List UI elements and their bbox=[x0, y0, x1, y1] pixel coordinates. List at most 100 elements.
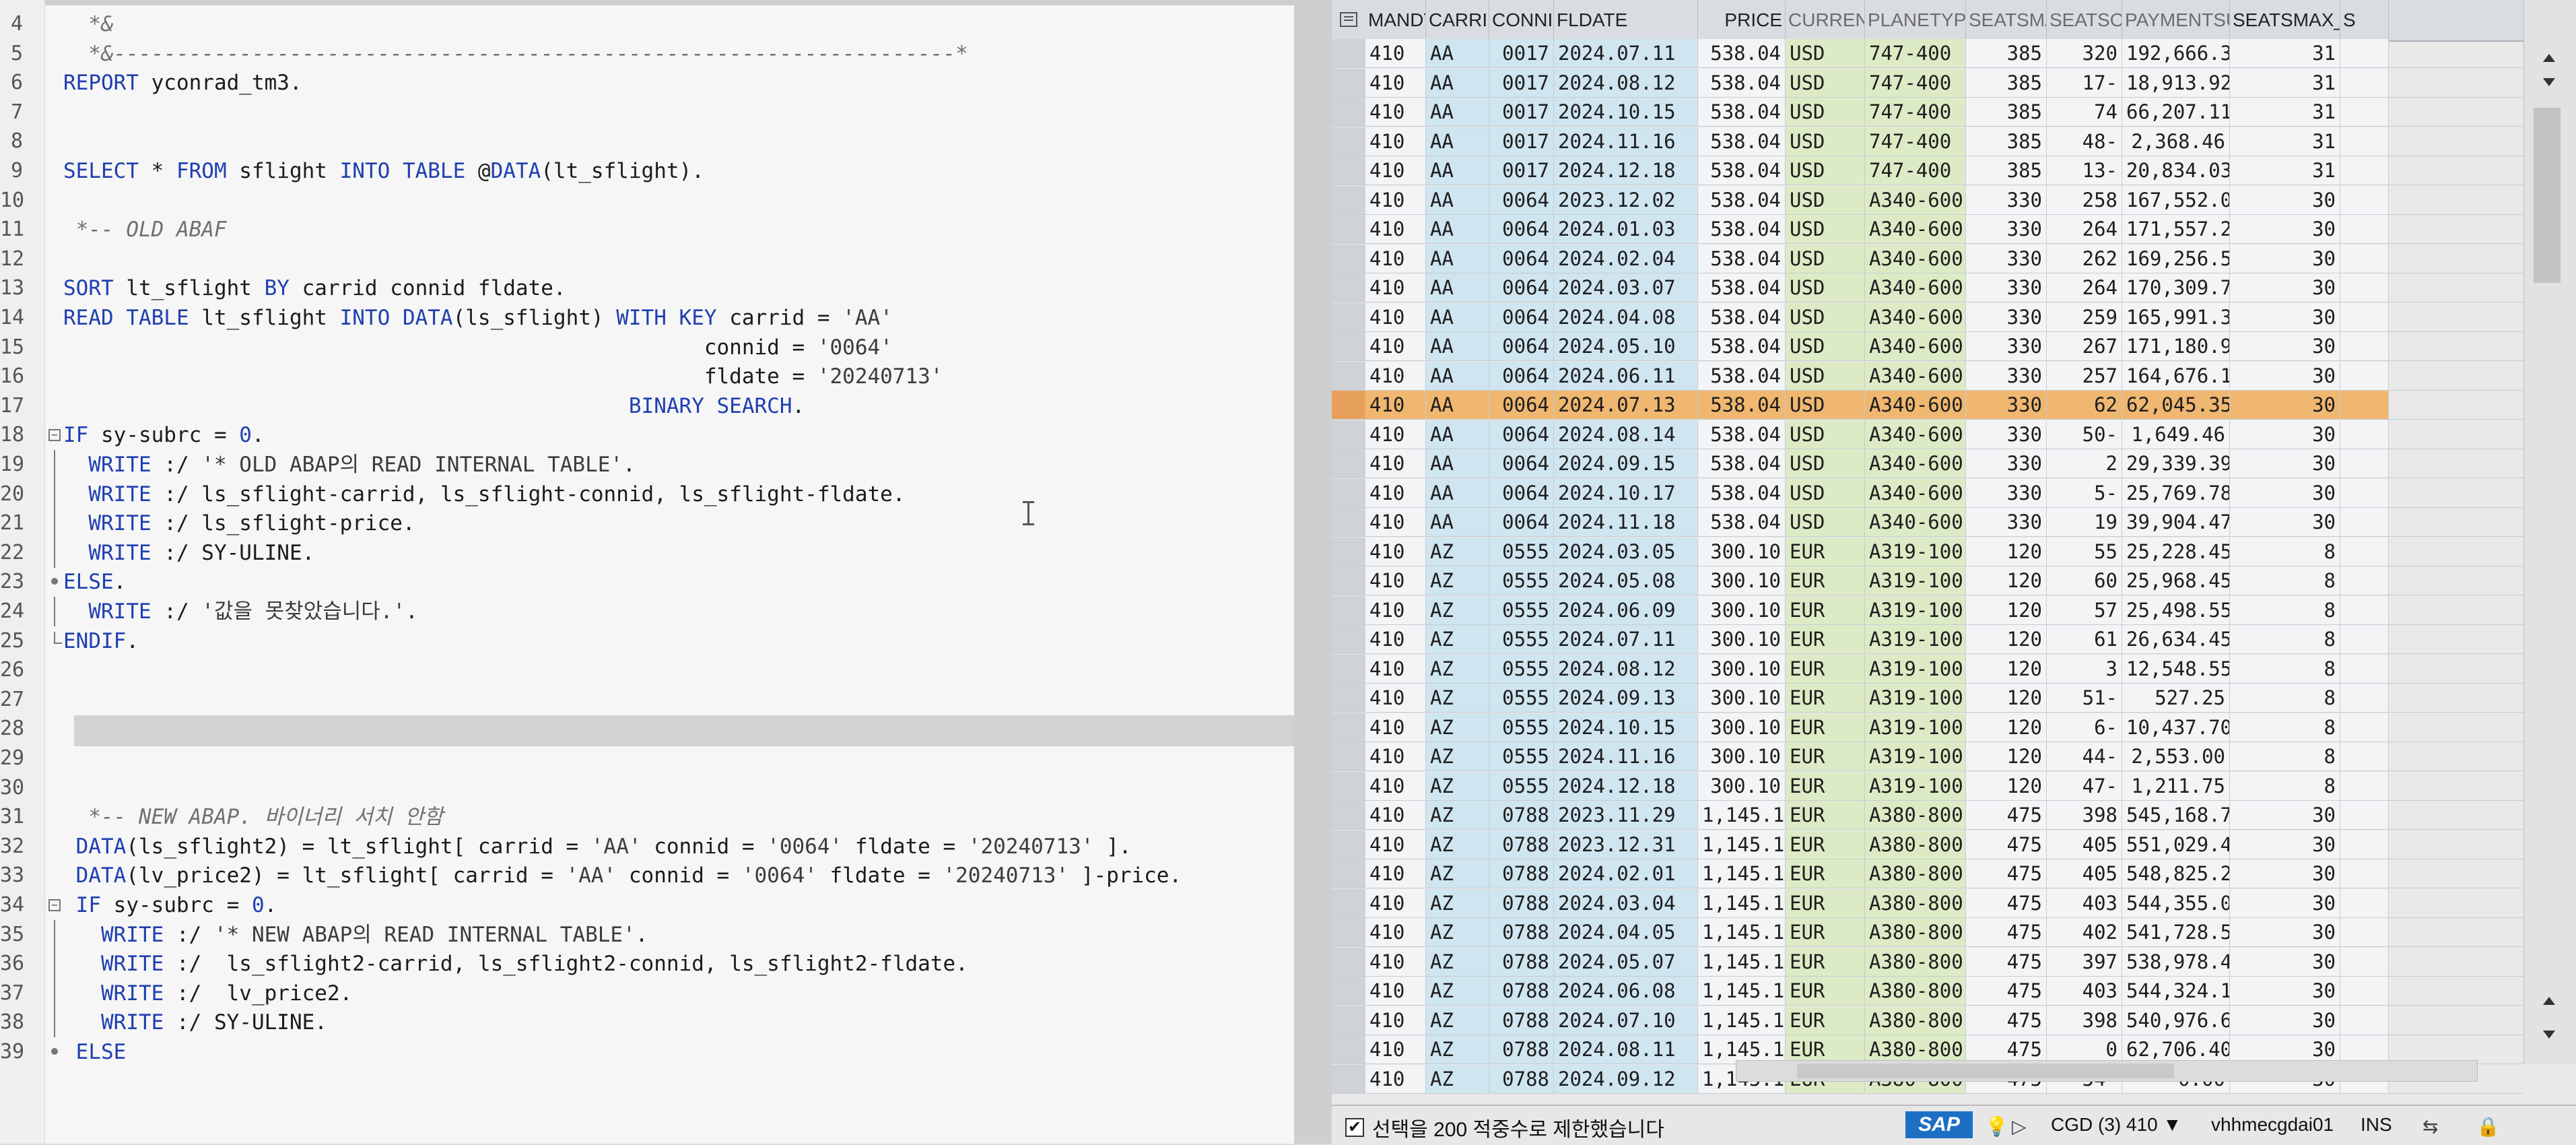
table-cell[interactable]: 30 bbox=[2230, 1006, 2340, 1035]
table-cell[interactable]: 0555 bbox=[1489, 654, 1554, 683]
table-cell[interactable]: USD bbox=[1786, 478, 1865, 507]
table-cell[interactable]: A340-600 bbox=[1865, 420, 1966, 449]
table-cell[interactable]: 475 bbox=[1966, 918, 2047, 946]
table-cell[interactable]: 330 bbox=[1966, 332, 2047, 360]
table-cell[interactable]: 475 bbox=[1966, 977, 2047, 1005]
table-cell[interactable]: AA bbox=[1426, 332, 1489, 360]
table-cell[interactable]: 0788 bbox=[1489, 1035, 1554, 1064]
collapse-block-icon[interactable]: − bbox=[48, 429, 61, 442]
table-cell[interactable]: A319-100 bbox=[1865, 684, 1966, 712]
table-cell[interactable]: 385 bbox=[1966, 68, 2047, 97]
table-cell[interactable]: A380-800 bbox=[1865, 801, 1966, 829]
table-cell[interactable]: A380-800 bbox=[1865, 1006, 1966, 1035]
table-cell[interactable]: 25,228.45 bbox=[2122, 537, 2230, 566]
table-cell[interactable]: 262 bbox=[2047, 244, 2122, 273]
code-line[interactable]: 23 ELSE. bbox=[0, 567, 1294, 597]
table-cell[interactable]: A319-100 bbox=[1865, 654, 1966, 683]
table-cell[interactable]: A380-800 bbox=[1865, 1035, 1966, 1064]
table-row[interactable]: 410 AA 0064 2024.10.17 538.04 USD A340-600 330 5… bbox=[1332, 478, 2523, 508]
table-cell[interactable] bbox=[2340, 771, 2389, 800]
table-cell[interactable]: USD bbox=[1786, 449, 1865, 478]
table-row[interactable]: 410 AZ 0555 2024.12.18 300.10 EUR A319-100 120 4… bbox=[1332, 771, 2523, 801]
code-line[interactable]: 33 DATA(lv_price2) = lt_sflight[ carrid … bbox=[0, 861, 1294, 890]
table-cell[interactable]: 2024.04.05 bbox=[1554, 918, 1698, 946]
row-selector[interactable] bbox=[1332, 68, 1366, 97]
column-header-seatsmax[interactable]: SEATSMAX bbox=[1966, 0, 2047, 40]
code-line[interactable]: 22 WRITE :/ SY-ULINE. bbox=[0, 537, 1294, 568]
table-cell[interactable]: 2 bbox=[2047, 449, 2122, 478]
column-header-seatsmax-b[interactable]: SEATSMAX_B bbox=[2230, 0, 2340, 40]
table-cell[interactable]: AZ bbox=[1426, 625, 1489, 653]
table-cell[interactable]: EUR bbox=[1786, 771, 1865, 800]
column-header-fldate[interactable]: FLDATE bbox=[1554, 0, 1698, 40]
table-cell[interactable]: 120 bbox=[1966, 684, 2047, 712]
table-cell[interactable]: 30 bbox=[2230, 478, 2340, 507]
table-cell[interactable]: 30 bbox=[2230, 508, 2340, 536]
table-cell[interactable]: 2024.10.17 bbox=[1554, 478, 1698, 507]
row-selector[interactable] bbox=[1332, 127, 1366, 156]
table-cell[interactable]: AA bbox=[1426, 39, 1489, 67]
table-cell[interactable]: 0017 bbox=[1489, 98, 1554, 126]
table-cell[interactable]: 330 bbox=[1966, 273, 2047, 302]
table-cell[interactable]: 0064 bbox=[1489, 508, 1554, 536]
table-cell[interactable]: 120 bbox=[1966, 625, 2047, 653]
table-cell[interactable]: 8 bbox=[2230, 742, 2340, 771]
table-cell[interactable]: 410 bbox=[1365, 273, 1426, 302]
table-cell[interactable]: 1,145.10 bbox=[1698, 801, 1786, 829]
table-cell[interactable]: 267 bbox=[2047, 332, 2122, 360]
table-cell[interactable] bbox=[2340, 478, 2389, 507]
table-cell[interactable]: AA bbox=[1426, 215, 1489, 243]
table-cell[interactable]: 120 bbox=[1966, 595, 2047, 624]
column-header-connid[interactable]: CONNID bbox=[1489, 0, 1554, 40]
table-cell[interactable]: A319-100 bbox=[1865, 771, 1966, 800]
table-cell[interactable]: 1,211.75 bbox=[2122, 771, 2230, 800]
table-cell[interactable]: 31 bbox=[2230, 98, 2340, 126]
table-cell[interactable]: 2024.07.10 bbox=[1554, 1006, 1698, 1035]
table-cell[interactable]: 300.10 bbox=[1698, 771, 1786, 800]
table-cell[interactable]: 30 bbox=[2230, 302, 2340, 331]
table-row[interactable]: 410 AA 0064 2023.12.02 538.04 USD A340-600 330 2… bbox=[1332, 185, 2523, 215]
table-cell[interactable]: A340-600 bbox=[1865, 449, 1966, 478]
table-cell[interactable]: AZ bbox=[1426, 595, 1489, 624]
table-cell[interactable]: 538.04 bbox=[1698, 449, 1786, 478]
table-cell[interactable]: 527.25 bbox=[2122, 684, 2230, 712]
table-cell[interactable]: 545,168.70 bbox=[2122, 801, 2230, 829]
code-line[interactable]: 19 WRITE :/ '* OLD ABAP의 READ INTERNAL T… bbox=[0, 450, 1294, 480]
table-cell[interactable]: 300.10 bbox=[1698, 595, 1786, 624]
table-cell[interactable]: 410 bbox=[1365, 508, 1426, 536]
table-cell[interactable]: 475 bbox=[1966, 947, 2047, 976]
table-cell[interactable]: 0555 bbox=[1489, 595, 1554, 624]
table-cell[interactable]: 300.10 bbox=[1698, 537, 1786, 566]
table-cell[interactable]: 2024.06.08 bbox=[1554, 977, 1698, 1005]
table-cell[interactable] bbox=[2340, 537, 2389, 566]
table-cell[interactable]: 410 bbox=[1365, 215, 1426, 243]
table-cell[interactable]: EUR bbox=[1786, 1006, 1865, 1035]
table-cell[interactable] bbox=[2340, 595, 2389, 624]
table-cell[interactable]: 410 bbox=[1365, 977, 1426, 1005]
table-cell[interactable]: 2024.04.08 bbox=[1554, 302, 1698, 331]
table-cell[interactable]: 30 bbox=[2230, 215, 2340, 243]
table-cell[interactable]: A340-600 bbox=[1865, 273, 1966, 302]
table-row[interactable]: 410 AZ 0555 2024.10.15 300.10 EUR A319-100 120 6… bbox=[1332, 713, 2523, 742]
table-cell[interactable]: 48- bbox=[2047, 127, 2122, 156]
table-cell[interactable]: 2024.05.08 bbox=[1554, 566, 1698, 595]
code-line[interactable]: 24 WRITE :/ '값을 못찾았습니다.'. bbox=[0, 597, 1294, 626]
table-cell[interactable]: 385 bbox=[1966, 127, 2047, 156]
table-cell[interactable] bbox=[2340, 742, 2389, 771]
table-cell[interactable]: 538.04 bbox=[1698, 302, 1786, 331]
table-cell[interactable]: 330 bbox=[1966, 478, 2047, 507]
table-cell[interactable]: 410 bbox=[1365, 420, 1426, 449]
row-selector[interactable] bbox=[1332, 595, 1366, 624]
table-cell[interactable]: EUR bbox=[1786, 888, 1865, 917]
table-cell[interactable]: 2024.05.10 bbox=[1554, 332, 1698, 360]
table-cell[interactable]: 0064 bbox=[1489, 302, 1554, 331]
table-cell[interactable]: 410 bbox=[1365, 302, 1426, 331]
table-cell[interactable]: 62,045.35 bbox=[2122, 391, 2230, 419]
row-selector[interactable] bbox=[1332, 771, 1366, 800]
table-cell[interactable] bbox=[2340, 215, 2389, 243]
table-cell[interactable]: 0017 bbox=[1489, 39, 1554, 67]
table-cell[interactable]: 410 bbox=[1365, 185, 1426, 214]
row-selector[interactable] bbox=[1332, 508, 1366, 536]
table-cell[interactable]: 2024.02.01 bbox=[1554, 859, 1698, 888]
table-cell[interactable]: EUR bbox=[1786, 625, 1865, 653]
